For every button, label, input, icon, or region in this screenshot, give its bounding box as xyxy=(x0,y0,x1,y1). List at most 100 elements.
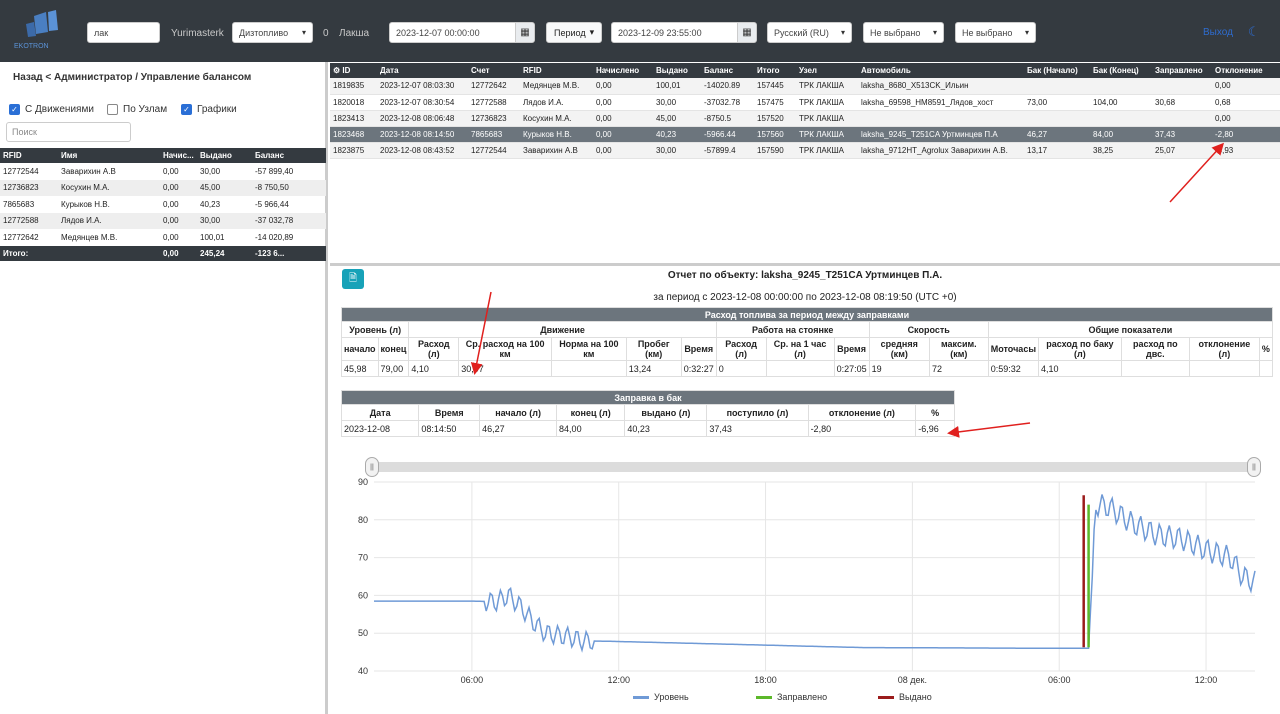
group-parking: Работа на стоянке xyxy=(715,321,870,338)
calendar-icon[interactable]: ▦ xyxy=(737,22,757,43)
cell: 100,01 xyxy=(200,232,225,242)
checkbox-checked-icon: ✓ xyxy=(9,104,20,115)
filter-select-1[interactable]: Не выбрано ▾ xyxy=(863,22,944,43)
logout-link[interactable]: Выход xyxy=(1203,27,1233,38)
column-header: выдано (л) xyxy=(624,404,708,421)
col-header[interactable]: Дата xyxy=(377,63,468,78)
language-select[interactable]: Русский (RU) ▾ xyxy=(767,22,852,43)
period-button[interactable]: Период ▾ xyxy=(546,22,603,43)
cell: -6,96 xyxy=(915,420,955,437)
cell: 08:14:50 xyxy=(418,420,481,437)
cell xyxy=(765,360,835,377)
column-header: Дата xyxy=(340,404,420,421)
calendar-icon[interactable]: ▦ xyxy=(515,22,535,43)
legend-issued[interactable]: Выдано xyxy=(878,692,932,702)
location-label: Лакша xyxy=(339,28,370,39)
level-series-line xyxy=(374,494,1256,653)
col-rfid[interactable]: RFID xyxy=(0,148,58,163)
cell: 0,00 xyxy=(593,142,653,159)
col-header[interactable]: Автомобиль xyxy=(858,63,1024,78)
cell: 45,00 xyxy=(653,110,701,127)
col-header[interactable]: ⚙ ID xyxy=(330,63,377,78)
table-row[interactable]: 1820018 2023-12-07 08:30:54 12772588 Лядов … xyxy=(330,94,1280,111)
column-header: % xyxy=(1258,337,1274,361)
y-tick-label: 90 xyxy=(358,477,368,487)
cell: 38,25 xyxy=(1090,142,1152,159)
cell xyxy=(858,110,1024,127)
col-header[interactable]: Узел xyxy=(796,63,858,78)
table-row[interactable]: 12736823 Косухин М.А. 0,00 45,00 -8 750,50 xyxy=(0,179,326,196)
col-balance[interactable]: Баланс xyxy=(252,148,326,163)
cell: 157475 xyxy=(754,94,796,111)
x-tick-label: 18:00 xyxy=(754,675,777,685)
fuel-select[interactable]: Дизтопливо ▾ xyxy=(232,22,313,43)
checkbox-charts[interactable]: ✓ Графики xyxy=(181,104,237,115)
legend-refueled[interactable]: Заправлено xyxy=(756,692,827,702)
users-search-input[interactable]: Поиск xyxy=(6,122,131,142)
cell: 2023-12-08 08:43:52 xyxy=(377,142,468,159)
column-header: расход по двс. xyxy=(1120,337,1190,361)
column-header: отклонение (л) xyxy=(807,404,917,421)
table-row[interactable]: 12772642 Медянцев М.В. 0,00 100,01 -14 020,8… xyxy=(0,229,326,246)
col-header[interactable]: Заправлено xyxy=(1152,63,1212,78)
cell: 12736823 xyxy=(0,179,58,196)
checkbox-label: По Узлам xyxy=(123,104,168,115)
column-header: максим. (км) xyxy=(928,337,989,361)
group-speed: Скорость xyxy=(868,321,989,338)
moon-icon[interactable]: ☾ xyxy=(1248,24,1260,40)
cell: Курыков Н.В. xyxy=(520,126,593,143)
table-row[interactable]: 1823413 2023-12-08 08:06:48 12736823 Косухи… xyxy=(330,110,1280,127)
cell: 2023-12-07 08:03:30 xyxy=(377,78,468,95)
fuel-level-chart: 90 80 70 60 50 40 06:00 12:00 18:00 08 дек. 06:00 1… xyxy=(358,477,1256,685)
col-header[interactable]: Бак (Начало) xyxy=(1024,63,1090,78)
date-to-input[interactable]: 2023-12-09 23:55:00 xyxy=(611,22,739,43)
range-slider[interactable]: || || xyxy=(365,457,1261,477)
col-name[interactable]: Имя xyxy=(58,148,160,163)
cell: laksha_9245_T251CA Уртминцев П.А xyxy=(858,126,1024,143)
column-header: % xyxy=(915,404,955,421)
table-header: RFID Имя Начис... Выдано Баланс xyxy=(0,148,326,163)
cell: Косухин М.А. xyxy=(58,179,160,196)
cell: Медянцев М.В. xyxy=(520,78,593,95)
cell: 25,07 xyxy=(1152,142,1212,159)
col-header[interactable]: Итого xyxy=(754,63,796,78)
table-row[interactable]: 1823468 2023-12-08 08:14:50 7865683 Курыков… xyxy=(330,126,1280,143)
breadcrumb[interactable]: Назад < Администратор / Управление балан… xyxy=(13,72,251,83)
settings-icon[interactable]: ⚙ xyxy=(333,66,342,75)
table-row[interactable]: 12772544 Заварихин А.В 0,00 30,00 -57 899,40 xyxy=(0,163,326,180)
legend-level[interactable]: Уровень xyxy=(633,692,689,702)
date-from-input[interactable]: 2023-12-07 00:00:00 xyxy=(389,22,517,43)
checkbox-by-nodes[interactable]: По Узлам xyxy=(107,104,167,115)
col-header[interactable]: RFID xyxy=(520,63,593,78)
checkbox-label: С Движениями xyxy=(25,104,94,115)
table-row[interactable]: 12772588 Лядов И.А. 0,00 30,00 -37 032,78 xyxy=(0,212,326,229)
cell: Заварихин А.В xyxy=(520,142,593,159)
col-header[interactable]: Баланс xyxy=(701,63,754,78)
cell: 157560 xyxy=(754,126,796,143)
cell: 0,00 xyxy=(593,94,653,111)
checkbox-with-movements[interactable]: ✓ С Движениями xyxy=(9,104,94,115)
panel-splitter[interactable] xyxy=(330,263,1280,266)
cell: 30,00 xyxy=(653,142,701,159)
col-issued[interactable]: Выдано xyxy=(197,148,252,163)
col-header[interactable]: Выдано xyxy=(653,63,701,78)
col-header[interactable]: Бак (Конец) xyxy=(1090,63,1152,78)
col-header[interactable]: Счет xyxy=(468,63,520,78)
cell: laksha_8680_X513CK_Ильин xyxy=(858,78,1024,95)
col-header[interactable]: Начислено xyxy=(593,63,653,78)
column-header: Время xyxy=(833,337,870,361)
table-row[interactable]: 1819835 2023-12-07 08:03:30 12772642 Медянц… xyxy=(330,78,1280,95)
col-header[interactable]: Отклонение xyxy=(1212,63,1280,78)
date-to-value: 2023-12-09 23:55:00 xyxy=(618,27,702,38)
cell: Лядов И.А. xyxy=(520,94,593,111)
cell: 104,00 xyxy=(1090,94,1152,111)
checkbox-label: Графики xyxy=(197,104,237,115)
company-logo: EKOTRON xyxy=(14,10,58,50)
cell: 0,00 xyxy=(160,212,197,229)
col-accrued[interactable]: Начис... xyxy=(160,148,197,163)
search-input[interactable]: лак xyxy=(87,22,160,43)
table-row[interactable]: 1823875 2023-12-08 08:43:52 12772544 Завари… xyxy=(330,142,1280,159)
filter-select-2[interactable]: Не выбрано ▾ xyxy=(955,22,1036,43)
table-row[interactable]: 7865683 Курыков Н.В. 0,00 40,23 -5 966,44 xyxy=(0,196,326,213)
column-header: Моточасы xyxy=(987,337,1040,361)
